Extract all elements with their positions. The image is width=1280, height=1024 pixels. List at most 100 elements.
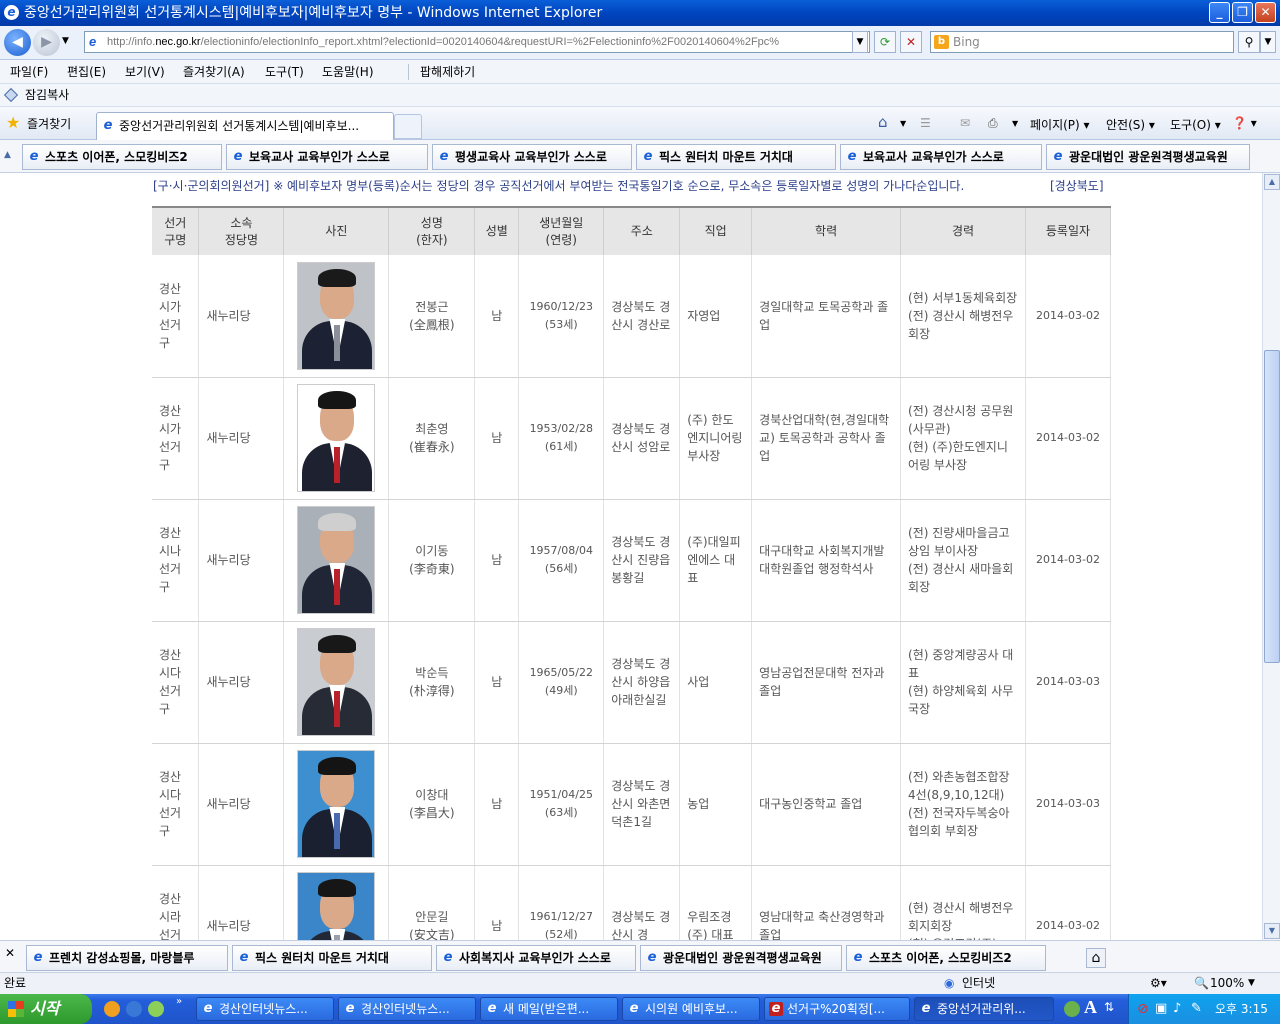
protected-mode-icon[interactable]: ⚙▾: [1150, 973, 1167, 994]
scroll-down-arrow-icon[interactable]: ▼: [1264, 923, 1280, 939]
link-button[interactable]: e 픽스 원터치 마운트 거치대: [636, 144, 836, 170]
firefox-icon[interactable]: [104, 1001, 120, 1017]
history-dropdown-icon[interactable]: ▼: [62, 36, 69, 46]
link-ie-icon: e: [33, 950, 43, 965]
new-tab-button[interactable]: [394, 114, 422, 139]
link-button[interactable]: e 평생교육사 교육부인가 스스로: [432, 144, 632, 170]
ie-quick-icon[interactable]: [126, 1001, 142, 1017]
refresh-icon[interactable]: ⟳: [874, 31, 896, 53]
menu-extra[interactable]: 팝해제하기: [420, 60, 475, 84]
ime-mode-icon[interactable]: ⇅: [1104, 1000, 1114, 1014]
bottom-link-button[interactable]: e 광운대법인 광운원격평생교육원: [640, 945, 842, 971]
back-button[interactable]: ◀: [4, 29, 31, 56]
edu-cell: 대구농인중학교 졸업: [751, 743, 902, 866]
candidate-photo-cell: [283, 865, 390, 940]
tray-volume-icon[interactable]: ♪: [1173, 994, 1181, 1024]
print-dropdown-icon[interactable]: ▼: [1012, 119, 1018, 128]
home-dropdown-icon[interactable]: ▼: [900, 119, 906, 128]
scroll-up-arrow-icon[interactable]: ▲: [1264, 174, 1280, 190]
menu-tools[interactable]: 도구(T): [265, 60, 304, 84]
url-dropdown-icon[interactable]: ▼: [852, 31, 868, 53]
feeds-icon[interactable]: ☰: [920, 116, 931, 130]
link-label: 보육교사 교육부인가 스스로: [249, 150, 390, 164]
tray-block-icon[interactable]: ⊘: [1137, 994, 1149, 1024]
minimize-button[interactable]: _: [1209, 2, 1230, 23]
search-options-icon[interactable]: ▼: [1260, 31, 1276, 53]
print-icon[interactable]: ⎙: [988, 116, 998, 131]
date-cell: 2014-03-02: [1025, 255, 1112, 378]
link-button[interactable]: e 보육교사 교육부인가 스스로: [840, 144, 1042, 170]
start-button[interactable]: 시작: [0, 994, 92, 1024]
search-input[interactable]: b Bing: [930, 31, 1234, 53]
zoom-dropdown-icon[interactable]: ▼: [1248, 973, 1255, 994]
link-label: 광운대법인 광운원격평생교육원: [663, 951, 822, 965]
task-label: 중앙선거관리위...: [937, 1002, 1026, 1016]
app-quick-icon[interactable]: [148, 1001, 164, 1017]
home-icon[interactable]: ⌂: [878, 113, 888, 131]
candidate-name-cell: 박순득 (朴淳得): [388, 621, 476, 744]
link-button[interactable]: e 보육교사 교육부인가 스스로: [226, 144, 428, 170]
search-icon[interactable]: ⚲: [1238, 31, 1260, 53]
link-button[interactable]: e 스포츠 이어폰, 스모킹비즈2: [22, 144, 222, 170]
birthdate: 1951/04/25: [529, 788, 593, 801]
birthdate: 1957/08/04: [529, 544, 593, 557]
bottom-link-button[interactable]: e 스포츠 이어폰, 스모킹비즈2: [846, 945, 1046, 971]
candidate-name: 박순득: [415, 666, 449, 680]
birthdate-cell: 1953/02/28 (61세): [518, 377, 605, 500]
taskbar-item[interactable]: e 경산인터넷뉴스...: [196, 997, 334, 1021]
taskbar-item[interactable]: e 시의원 예비후보...: [622, 997, 760, 1021]
safety-menu[interactable]: 안전(S) ▾: [1106, 116, 1155, 133]
birthdate-cell: 1965/05/22 (49세): [518, 621, 605, 744]
tray-network-icon[interactable]: ▣: [1155, 994, 1167, 1024]
taskbar-item[interactable]: e 경산인터넷뉴스...: [338, 997, 476, 1021]
notice-prefix: [구·시·군의회의원선거]: [153, 179, 270, 193]
taskbar-item-active[interactable]: e 중앙선거관리위...: [914, 997, 1054, 1021]
maximize-button[interactable]: ❐: [1232, 2, 1253, 23]
stop-icon[interactable]: ✕: [900, 31, 922, 53]
quicklaunch-more-icon[interactable]: »: [176, 996, 182, 1007]
menu-help[interactable]: 도움말(H): [322, 60, 374, 84]
help-menu[interactable]: ❓ ▾: [1232, 116, 1257, 130]
favorites-button[interactable]: 즐겨찾기: [27, 115, 71, 132]
edu-cell: 대구대학교 사회복지개발대학원졸업 행정학석사: [751, 499, 902, 622]
tray-app-icon[interactable]: [1064, 1001, 1080, 1017]
url-input[interactable]: e http://info.nec.go.kr/electioninfo/ele…: [84, 31, 870, 53]
taskbar-item[interactable]: e 새 메일(받은편...: [480, 997, 618, 1021]
bottom-link-button[interactable]: e 프렌치 감성쇼핑몰, 마랑블루: [26, 945, 228, 971]
column-header: 선거 구명: [152, 206, 200, 255]
mail-icon[interactable]: ✉: [960, 116, 970, 130]
taskbar-item[interactable]: e 선거구%20획정[...: [764, 997, 910, 1021]
menu-view[interactable]: 보기(V): [125, 60, 165, 84]
district-cell: 경산시라선거구: [152, 865, 200, 940]
links-bar-item[interactable]: 잠김복사: [25, 84, 69, 106]
column-header: 학력: [751, 206, 902, 255]
page-menu[interactable]: 페이지(P) ▾: [1030, 116, 1090, 133]
favorites-star-icon[interactable]: ★: [6, 115, 20, 131]
menu-file[interactable]: 파일(F): [10, 60, 48, 84]
close-toolbar-icon[interactable]: ✕: [2, 945, 18, 961]
windows-flag-icon: [8, 1001, 24, 1017]
home-icon[interactable]: ⌂: [1086, 948, 1106, 968]
clock[interactable]: 오후 3:15: [1215, 994, 1268, 1024]
candidate-photo-cell: [283, 255, 390, 378]
link-button[interactable]: e 광운대법인 광운원격평생교육원: [1046, 144, 1250, 170]
vertical-scrollbar[interactable]: ▲ ▼: [1262, 173, 1280, 940]
tray-security-icon[interactable]: ✎: [1191, 994, 1202, 1024]
tab-active[interactable]: e 중앙선거관리위원회 선거통계시스템|예비후보...: [96, 112, 394, 140]
ime-icon[interactable]: A: [1084, 997, 1097, 1018]
tools-menu[interactable]: 도구(O) ▾: [1170, 116, 1221, 133]
windows-taskbar: 시작 » e 경산인터넷뉴스... e 경산인터넷뉴스... e 새 메일(받은편..…: [0, 994, 1280, 1024]
ie-logo-icon: e: [4, 5, 19, 20]
scroll-thumb[interactable]: [1264, 350, 1280, 663]
candidate-hanja: (朴淳得): [409, 684, 455, 698]
zoom-icon: 🔍: [1194, 976, 1209, 990]
menu-edit[interactable]: 편집(E): [67, 60, 106, 84]
forward-button[interactable]: ▶: [33, 29, 60, 56]
close-button[interactable]: ✕: [1255, 2, 1276, 23]
address-cell: 경상북도 경산시 경산로: [603, 255, 681, 378]
zoom-level[interactable]: 100%: [1210, 973, 1244, 994]
bottom-link-button[interactable]: e 픽스 원터치 마운트 거치대: [232, 945, 432, 971]
menu-favorites[interactable]: 즐겨찾기(A): [183, 60, 245, 84]
toolbar-collapse-icon[interactable]: ▲: [4, 150, 11, 160]
bottom-link-button[interactable]: e 사회복지사 교육부인가 스스로: [436, 945, 636, 971]
